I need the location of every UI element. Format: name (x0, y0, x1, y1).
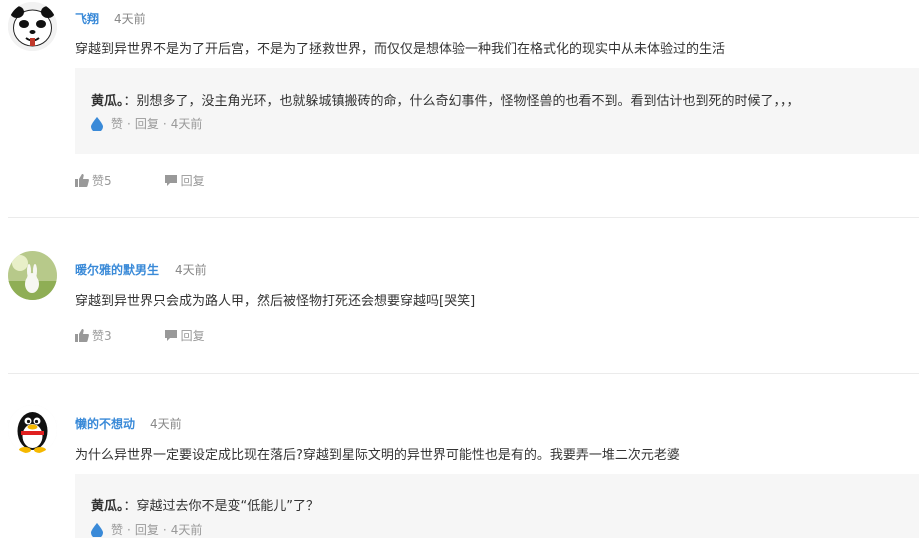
reply-content: ：穿越过去你不是变“低能儿”了？ (123, 499, 319, 514)
reply-author[interactable]: 黄瓜。 (91, 94, 124, 109)
comment-text: 穿越到异世界不是为了开后宫，不是为了拯救世界，而仅仅是想体验一种我们在格式化的现… (75, 42, 726, 57)
reply-label: 回复 (180, 174, 205, 188)
reply-like-link[interactable]: 赞 (111, 115, 123, 132)
reply-meta: 赞 · 回复 · 4天前 (91, 115, 202, 132)
reply-content: ：别想多了，没主角光环，也就躲城镇搬砖的命，什么奇幻事件，怪物怪兽的也看不到。看… (123, 94, 800, 109)
comment-text: 为什么异世界一定要设定成比现在落后?穿越到星际文明的异世界可能性也是有的。我要弄… (75, 448, 680, 463)
speech-bubble-icon (164, 175, 177, 186)
penguin-avatar-image (8, 405, 57, 454)
like-button[interactable]: 赞5 (75, 172, 112, 189)
reply-label: 回复 (180, 329, 205, 343)
bunny-photo-avatar-image (8, 251, 57, 300)
avatar[interactable] (8, 405, 57, 454)
panda-face-avatar-image (8, 2, 57, 51)
divider (8, 217, 919, 218)
reply-text: 黄瓜。：别想多了，没主角光环，也就躲城镇搬砖的命，什么奇幻事件，怪物怪兽的也看不… (91, 90, 800, 109)
reply-box: 黄瓜。：别想多了，没主角光环，也就躲城镇搬砖的命，什么奇幻事件，怪物怪兽的也看不… (75, 68, 919, 154)
reply-box: 黄瓜。：穿越过去你不是变“低能儿”了？ 赞 · 回复 · 4天前 (75, 474, 919, 538)
speech-bubble-icon (164, 330, 177, 341)
reply-meta: 赞 · 回复 · 4天前 (91, 521, 202, 538)
reply-reply-link[interactable]: 回复 (135, 115, 159, 132)
reply-author[interactable]: 黄瓜。 (91, 499, 124, 514)
like-button[interactable]: 赞3 (75, 327, 112, 344)
like-count: 赞5 (92, 174, 112, 188)
reply-time: 4天前 (170, 117, 203, 131)
like-count: 赞3 (92, 329, 112, 343)
comment-time: 4天前 (150, 417, 182, 431)
separator: · (127, 522, 131, 537)
reply-button[interactable]: 回复 (164, 172, 205, 189)
thumbs-up-icon (75, 329, 89, 342)
comment-time: 4天前 (175, 263, 207, 277)
reply-time: 4天前 (170, 523, 203, 537)
separator: · (162, 116, 167, 131)
reply-like-link[interactable]: 赞 (111, 521, 123, 538)
water-drop-icon (91, 522, 103, 537)
separator: · (162, 522, 167, 537)
avatar[interactable] (8, 251, 57, 300)
avatar[interactable] (8, 2, 57, 51)
comment-time: 4天前 (114, 12, 146, 26)
comment-actions: 赞3 回复 (75, 327, 205, 344)
divider (8, 373, 919, 374)
comment-actions: 赞5 回复 (75, 172, 205, 189)
username[interactable]: 暖尔雅的默男生 (75, 261, 159, 278)
separator: · (127, 116, 131, 131)
reply-reply-link[interactable]: 回复 (135, 521, 159, 538)
reply-button[interactable]: 回复 (164, 327, 205, 344)
reply-text: 黄瓜。：穿越过去你不是变“低能儿”了？ (91, 495, 319, 514)
water-drop-icon (91, 116, 103, 131)
username[interactable]: 飞翔 (75, 10, 99, 27)
comment-text: 穿越到异世界只会成为路人甲，然后被怪物打死还会想要穿越吗[哭笑] (75, 294, 476, 309)
thumbs-up-icon (75, 174, 89, 187)
username[interactable]: 懒的不想动 (75, 415, 135, 432)
